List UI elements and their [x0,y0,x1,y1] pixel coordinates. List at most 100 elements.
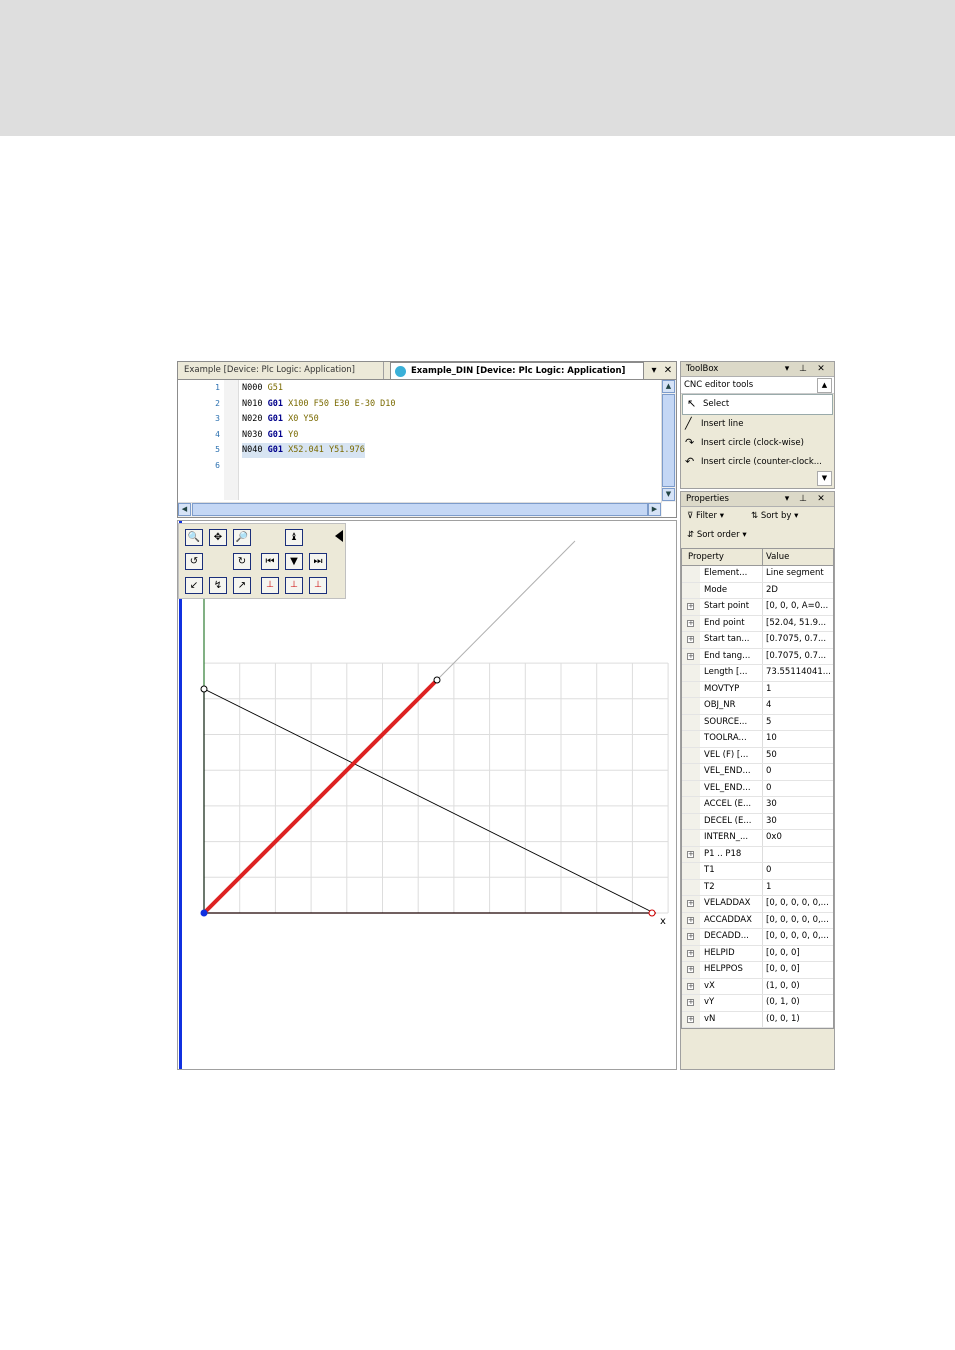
code-line[interactable]: N040 G01 X52.041 Y51.976 [242,443,365,458]
panel-menu-icon[interactable]: ▾ [781,362,793,376]
toolbox-section-header[interactable]: CNC editor tools ▲ [681,377,834,394]
toolbox-item-pointer[interactable]: ↖ Select [682,394,833,415]
property-row[interactable]: + DECADD... [0, 0, 0, 0, 0,... [682,929,833,946]
code-line[interactable]: N010 G01 X100 F50 E30 E-30 D10 [242,397,396,412]
tab-example-din[interactable]: Example_DIN [Device: Plc Logic: Applicat… [390,362,644,379]
expand-icon[interactable]: + [687,949,694,957]
horizontal-scrollbar[interactable]: ◀ ▶ [178,502,662,517]
property-row[interactable]: + HELPPOS [0, 0, 0] [682,962,833,979]
scroll-right-icon[interactable]: ▶ [648,503,661,516]
property-value[interactable]: 30 [762,813,833,829]
expand-icon[interactable]: + [687,1015,694,1023]
scroll-up-icon[interactable]: ▲ [817,378,832,393]
property-row[interactable]: Element... Line segment [682,566,833,583]
property-row[interactable]: DECEL (E... 30 [682,813,833,830]
scroll-thumb[interactable] [662,394,675,487]
rotate-right-icon[interactable]: ↻ [233,553,251,570]
property-row[interactable]: + HELPID [0, 0, 0] [682,945,833,962]
property-value[interactable]: (0, 1, 0) [762,995,833,1011]
tab-example[interactable]: Example [Device: Plc Logic: Application] [178,362,384,379]
filter-button[interactable]: ⊽ Filter ▾ [687,507,724,526]
property-value[interactable]: 1 [762,681,833,697]
collapse-toolbar-icon[interactable] [335,530,343,542]
scroll-up-icon[interactable]: ▲ [662,380,675,393]
expand-icon[interactable]: + [687,850,694,858]
pan-icon[interactable]: ✥ [209,529,227,546]
property-row[interactable]: TOOLRA... 10 [682,731,833,748]
property-value[interactable]: (0, 0, 1) [762,1011,833,1027]
path-vertex[interactable] [200,685,208,693]
property-value[interactable]: 0 [762,764,833,780]
code-line[interactable]: N020 G01 X0 Y50 [242,412,319,427]
property-row[interactable]: VEL_END... 0 [682,764,833,781]
expand-icon[interactable]: + [687,933,694,940]
curve-3-icon[interactable]: ↗ [233,577,251,594]
property-row[interactable]: Mode 2D [682,582,833,599]
pen-up-icon[interactable]: ♝ [285,529,303,546]
property-row[interactable]: + Start tan... [0.7075, 0.7... [682,632,833,649]
close-icon[interactable]: ✕ [662,362,674,379]
axis-xy-icon[interactable]: ⊥ [261,577,279,594]
expand-icon[interactable]: + [687,982,694,990]
property-value[interactable]: 4 [762,698,833,714]
pin-icon[interactable]: ⊥ [797,492,809,506]
property-row[interactable]: + vX (1, 0, 0) [682,978,833,995]
segment-startpoint[interactable] [200,909,208,917]
property-value[interactable]: [0.7075, 0.7... [762,632,833,648]
scroll-left-icon[interactable]: ◀ [178,503,191,516]
axis-yz-icon[interactable]: ⊥ [309,577,327,594]
expand-icon[interactable]: + [687,999,694,1006]
property-row[interactable]: VEL_END... 0 [682,780,833,797]
property-row[interactable]: T2 1 [682,879,833,896]
curve-2-icon[interactable]: ↯ [209,577,227,594]
step-down-icon[interactable]: ▼ [285,553,303,570]
property-row[interactable]: ACCEL (E... 30 [682,797,833,814]
sort-by-button[interactable]: ⇅ Sort by ▾ [751,507,798,526]
toolbox-item-line[interactable]: ╱ Insert line [681,415,834,434]
property-row[interactable]: Length [... 73.55114041... [682,665,833,682]
close-icon[interactable]: ✕ [815,362,827,376]
expand-icon[interactable]: + [687,916,694,924]
property-value[interactable]: 5 [762,714,833,730]
path-vertex[interactable] [648,909,656,917]
zoom-in-icon[interactable]: 🔍 [185,529,203,546]
expand-icon[interactable]: + [687,652,694,660]
expand-icon[interactable]: + [687,603,694,610]
property-row[interactable]: + vY (0, 1, 0) [682,995,833,1012]
pin-icon[interactable]: ⊥ [797,362,809,376]
property-value[interactable]: 0 [762,863,833,879]
property-value[interactable]: [0, 0, 0] [762,962,833,978]
scroll-thumb[interactable] [192,503,648,516]
property-value[interactable]: [0.7075, 0.7... [762,648,833,664]
property-value[interactable]: [52.04, 51.9... [762,615,833,631]
close-icon[interactable]: ✕ [815,492,827,506]
column-value[interactable]: Value [762,549,789,565]
tab-list-dropdown-icon[interactable]: ▾ [648,362,660,379]
property-value[interactable]: [0, 0, 0, 0, 0,... [762,929,833,945]
scroll-down-icon[interactable]: ▼ [662,488,675,501]
property-row[interactable]: + End tang... [0.7075, 0.7... [682,648,833,665]
property-value[interactable]: 10 [762,731,833,747]
property-row[interactable]: SOURCE... 5 [682,714,833,731]
cnc-path-canvas[interactable]: x 🔍 ✥ 🔎 ♝ ↺ ↻ ⏮ ▼ ⏭ ↙ ↯ ↗ ⊥ ⊥ ⊥ [177,520,677,1070]
property-value[interactable] [762,846,833,862]
property-value[interactable]: [0, 0, 0, A=0... [762,599,833,615]
toolbox-item-circle-cw[interactable]: ↷ Insert circle (clock-wise) [681,434,834,453]
property-row[interactable]: OBJ_NR 4 [682,698,833,715]
selected-segment[interactable] [202,678,439,915]
property-value[interactable]: 50 [762,747,833,763]
property-row[interactable]: + Start point [0, 0, 0, A=0... [682,599,833,616]
zoom-out-icon[interactable]: 🔎 [233,529,251,546]
property-row[interactable]: + P1 .. P18 [682,846,833,863]
property-row[interactable]: + ACCADDAX [0, 0, 0, 0, 0,... [682,912,833,929]
property-value[interactable]: [0, 0, 0] [762,945,833,961]
skip-forward-icon[interactable]: ⏭ [309,553,327,570]
path-plot[interactable]: x [178,521,676,1069]
property-value[interactable]: [0, 0, 0, 0, 0,... [762,896,833,912]
property-value[interactable]: [0, 0, 0, 0, 0,... [762,912,833,928]
property-row[interactable]: + vN (0, 0, 1) [682,1011,833,1028]
code-line[interactable]: N000 G51 [242,381,283,396]
curve-1-icon[interactable]: ↙ [185,577,203,594]
property-row[interactable]: + VELADDAX [0, 0, 0, 0, 0,... [682,896,833,913]
property-value[interactable]: 30 [762,797,833,813]
